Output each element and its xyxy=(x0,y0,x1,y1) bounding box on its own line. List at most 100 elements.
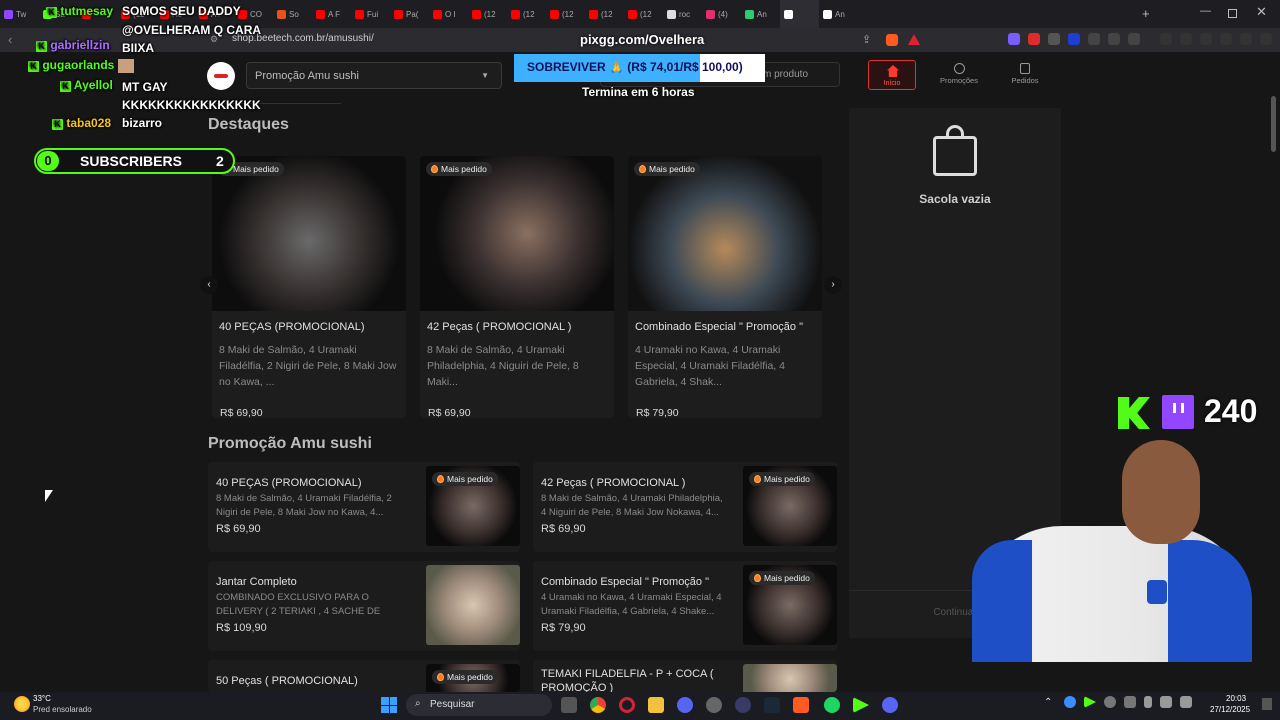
leo-icon[interactable] xyxy=(1220,33,1232,45)
chat-user: gabriellzin xyxy=(50,38,110,52)
browser-tab[interactable]: Tw xyxy=(0,0,39,28)
tab-label: Pa( xyxy=(406,9,419,19)
browser-tab[interactable]: (12 xyxy=(624,0,663,28)
nav-promotions[interactable]: Promoções xyxy=(936,63,982,91)
new-tab-icon[interactable]: + xyxy=(1142,6,1150,21)
featured-title: Destaques xyxy=(208,116,289,133)
tab-favicon-icon xyxy=(394,9,403,19)
browser-tab[interactable]: An xyxy=(819,0,858,28)
nav-home[interactable]: Início xyxy=(868,60,916,90)
browser-tab[interactable]: An xyxy=(741,0,780,28)
list-item[interactable]: 50 Peças ( PROMOCIONAL) Mais pedido xyxy=(208,660,520,692)
app-icon[interactable] xyxy=(677,697,693,713)
back-icon[interactable]: ‹ xyxy=(8,32,12,47)
featured-card[interactable]: Mais pedido Combinado Especial " Promoçã… xyxy=(628,156,822,418)
product-desc: 8 Maki de Salmão, 4 Uramaki Philadelphia… xyxy=(427,344,579,388)
browser-tab[interactable]: (12 xyxy=(468,0,507,28)
browser-tab[interactable]: So xyxy=(273,0,312,28)
discord-icon[interactable] xyxy=(882,697,898,713)
tray-icon[interactable] xyxy=(1064,696,1076,708)
screenshot-icon[interactable] xyxy=(1128,33,1140,45)
browser-tab[interactable]: (4) xyxy=(702,0,741,28)
spotify-icon[interactable] xyxy=(824,697,840,713)
vpn-icon[interactable] xyxy=(1240,33,1252,45)
obs-icon[interactable] xyxy=(706,697,722,713)
browser-tab[interactable]: roc xyxy=(663,0,702,28)
volume-icon[interactable] xyxy=(1180,696,1192,708)
brave-rewards-icon[interactable] xyxy=(908,34,920,45)
browser-tab[interactable]: (12 xyxy=(585,0,624,28)
network-icon[interactable] xyxy=(1160,696,1172,708)
tab-label: (12 xyxy=(523,9,535,19)
music-icon[interactable] xyxy=(1160,33,1172,45)
notification-icon[interactable] xyxy=(1262,698,1272,710)
tab-favicon-icon xyxy=(511,9,520,19)
browser-tab[interactable]: O I xyxy=(429,0,468,28)
tray-icon[interactable] xyxy=(1084,696,1096,708)
tab-label: Fui xyxy=(367,9,379,19)
browser-tab[interactable]: A F xyxy=(312,0,351,28)
extension-icon[interactable] xyxy=(1028,33,1040,45)
list-item[interactable]: 42 Peças ( PROMOCIONAL ) 8 Maki de Salmã… xyxy=(533,462,837,552)
tray-icon[interactable] xyxy=(1104,696,1116,708)
item-image: Mais pedido xyxy=(426,466,520,546)
wallet-icon[interactable] xyxy=(1200,33,1212,45)
shopping-bag-icon xyxy=(933,125,977,176)
browser-tab[interactable] xyxy=(780,0,819,28)
maximize-icon[interactable] xyxy=(1228,9,1237,18)
twitch-logo-icon xyxy=(1162,395,1194,429)
taskbar-search[interactable]: ⌕ Pesquisar xyxy=(406,694,552,716)
carousel-next-button[interactable]: › xyxy=(824,276,842,294)
share-icon[interactable]: ⇪ xyxy=(862,33,871,46)
tab-favicon-icon xyxy=(628,9,637,19)
badge-label: Mais pedido xyxy=(447,672,493,682)
task-view-icon[interactable] xyxy=(561,697,577,713)
minimize-icon[interactable]: — xyxy=(1200,5,1211,17)
microphone-icon[interactable] xyxy=(1144,696,1152,708)
tab-label: Tw xyxy=(16,9,27,19)
browser-tab[interactable]: Pa( xyxy=(390,0,429,28)
app-icon[interactable] xyxy=(735,697,751,713)
sidebar-icon[interactable] xyxy=(1180,33,1192,45)
menu-icon[interactable] xyxy=(1260,33,1272,45)
featured-card[interactable]: Mais pedido 40 PEÇAS (PROMOCIONAL) 8 Mak… xyxy=(212,156,406,418)
extension-icon[interactable] xyxy=(1008,33,1020,45)
nav-orders[interactable]: Pedidos xyxy=(1002,63,1048,91)
tab-favicon-icon xyxy=(823,9,832,19)
list-item[interactable]: 40 PEÇAS (PROMOCIONAL) 8 Maki de Salmão,… xyxy=(208,462,520,552)
list-item[interactable]: Combinado Especial " Promoção " 4 Uramak… xyxy=(533,561,837,651)
carousel-prev-button[interactable]: ‹ xyxy=(200,276,218,294)
extension-icon[interactable] xyxy=(1068,33,1080,45)
file-explorer-icon[interactable] xyxy=(648,697,664,713)
steam-icon[interactable] xyxy=(764,697,780,713)
brave-shield-icon[interactable] xyxy=(886,34,898,46)
product-title: 40 PEÇAS (PROMOCIONAL) xyxy=(219,321,365,333)
page-scrollbar[interactable] xyxy=(1271,96,1276,152)
browser-tab[interactable]: (12 xyxy=(546,0,585,28)
puzzle-icon[interactable] xyxy=(1108,33,1120,45)
close-window-icon[interactable]: ✕ xyxy=(1256,4,1267,20)
chevron-up-icon[interactable]: ⌃ xyxy=(1044,697,1052,708)
featured-card[interactable]: Mais pedido 42 Peças ( PROMOCIONAL ) 8 M… xyxy=(420,156,614,418)
list-item[interactable]: TEMAKI FILADELFIA - P + COCA ( PROMOÇÃO … xyxy=(533,660,837,692)
most-ordered-badge: Mais pedido xyxy=(432,670,498,684)
item-price: R$ 69,90 xyxy=(216,523,261,535)
weather-icon[interactable] xyxy=(14,696,30,712)
windows-start-icon[interactable] xyxy=(381,697,397,713)
brave-icon[interactable] xyxy=(793,697,809,713)
chat-user: Ayellol xyxy=(73,78,113,92)
browser-tab[interactable]: (12 xyxy=(507,0,546,28)
tab-favicon-icon xyxy=(706,9,715,19)
chrome-icon[interactable] xyxy=(590,697,606,713)
badge-label: Mais pedido xyxy=(764,474,810,484)
opera-icon[interactable] xyxy=(619,697,635,713)
category-select[interactable]: Promoção Amu sushi ▼ xyxy=(246,62,502,89)
continue-label: Continuar xyxy=(933,607,977,618)
tray-icon[interactable] xyxy=(1124,696,1136,708)
browser-tab[interactable]: Fui xyxy=(351,0,390,28)
extension-icon[interactable] xyxy=(1048,33,1060,45)
subs-right-count: 2 xyxy=(216,153,224,169)
extension-icon[interactable] xyxy=(1088,33,1100,45)
list-item[interactable]: Jantar Completo COMBINADO EXCLUSIVO PARA… xyxy=(208,561,520,651)
home-icon xyxy=(887,65,899,77)
